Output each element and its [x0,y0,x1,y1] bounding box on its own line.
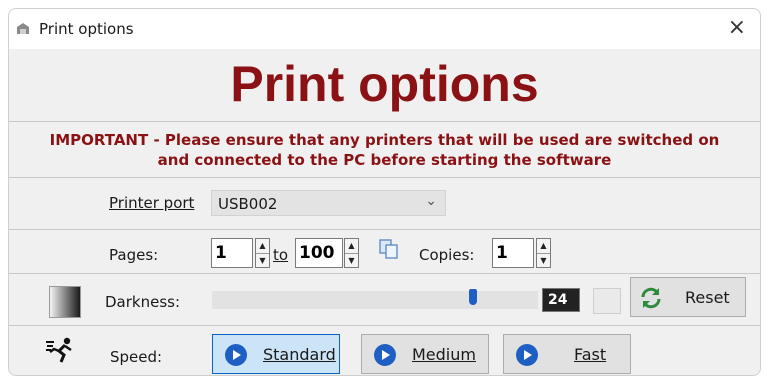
window-title: Print options [39,20,134,38]
copies-label: Copies: [419,246,475,264]
spin-up-icon[interactable]: ▲ [537,239,550,253]
important-notice: IMPORTANT - Please ensure that any print… [9,130,760,170]
speed-medium-label: Medium [412,345,476,364]
title-bar: Print options × [9,9,760,49]
speed-medium-button[interactable]: Medium [361,334,489,374]
darkness-gradient-icon [49,286,81,318]
printer-port-label: Printer port [109,194,195,212]
printer-port-value: USB002 [218,195,278,213]
close-button[interactable]: × [728,15,746,41]
spin-down-icon[interactable]: ▼ [256,253,269,268]
speed-fast-button[interactable]: Fast [503,334,631,374]
play-icon [374,344,396,366]
spin-up-icon[interactable]: ▲ [256,239,269,253]
printer-port-select[interactable]: USB002 ⌄ [211,190,446,216]
running-person-icon [46,337,72,363]
play-icon [225,344,247,366]
spin-down-icon[interactable]: ▼ [345,253,358,268]
darkness-label: Darkness: [105,293,181,311]
darkness-slider-track[interactable] [212,291,538,309]
divider [9,229,760,230]
copy-icon [379,239,398,259]
pages-from-input[interactable]: 1 [211,238,253,268]
speed-fast-label: Fast [574,345,607,364]
divider [9,177,760,178]
spin-up-icon[interactable]: ▲ [345,239,358,253]
darkness-preview-box [593,288,621,314]
speed-standard-label: Standard [263,345,336,364]
pages-label: Pages: [109,246,159,264]
page-heading: Print options [230,56,539,112]
copies-input[interactable]: 1 [492,238,534,268]
divider [9,325,760,326]
pages-to-label: to [273,246,289,264]
speed-standard-button[interactable]: Standard [212,334,340,374]
spin-down-icon[interactable]: ▼ [537,253,550,268]
print-options-window: Print options × Print options IMPORTANT … [8,8,761,376]
notice-line-1: IMPORTANT - Please ensure that any print… [49,131,720,149]
refresh-icon [641,287,661,309]
pages-to-spinner[interactable]: ▲ ▼ [344,238,359,268]
speed-label: Speed: [110,348,163,366]
divider [9,121,760,122]
darkness-slider-thumb[interactable] [468,289,477,305]
reset-label: Reset [685,288,730,307]
chevron-down-icon: ⌄ [425,193,437,209]
pages-from-spinner[interactable]: ▲ ▼ [255,238,270,268]
play-icon [516,344,538,366]
notice-line-2: and connected to the PC before starting … [157,151,612,169]
app-icon [17,23,29,34]
divider [9,273,760,274]
pages-to-input[interactable]: 100 [295,238,343,268]
darkness-value-display: 24 [542,288,580,312]
copies-spinner[interactable]: ▲ ▼ [536,238,551,268]
reset-button[interactable]: Reset [630,277,746,317]
